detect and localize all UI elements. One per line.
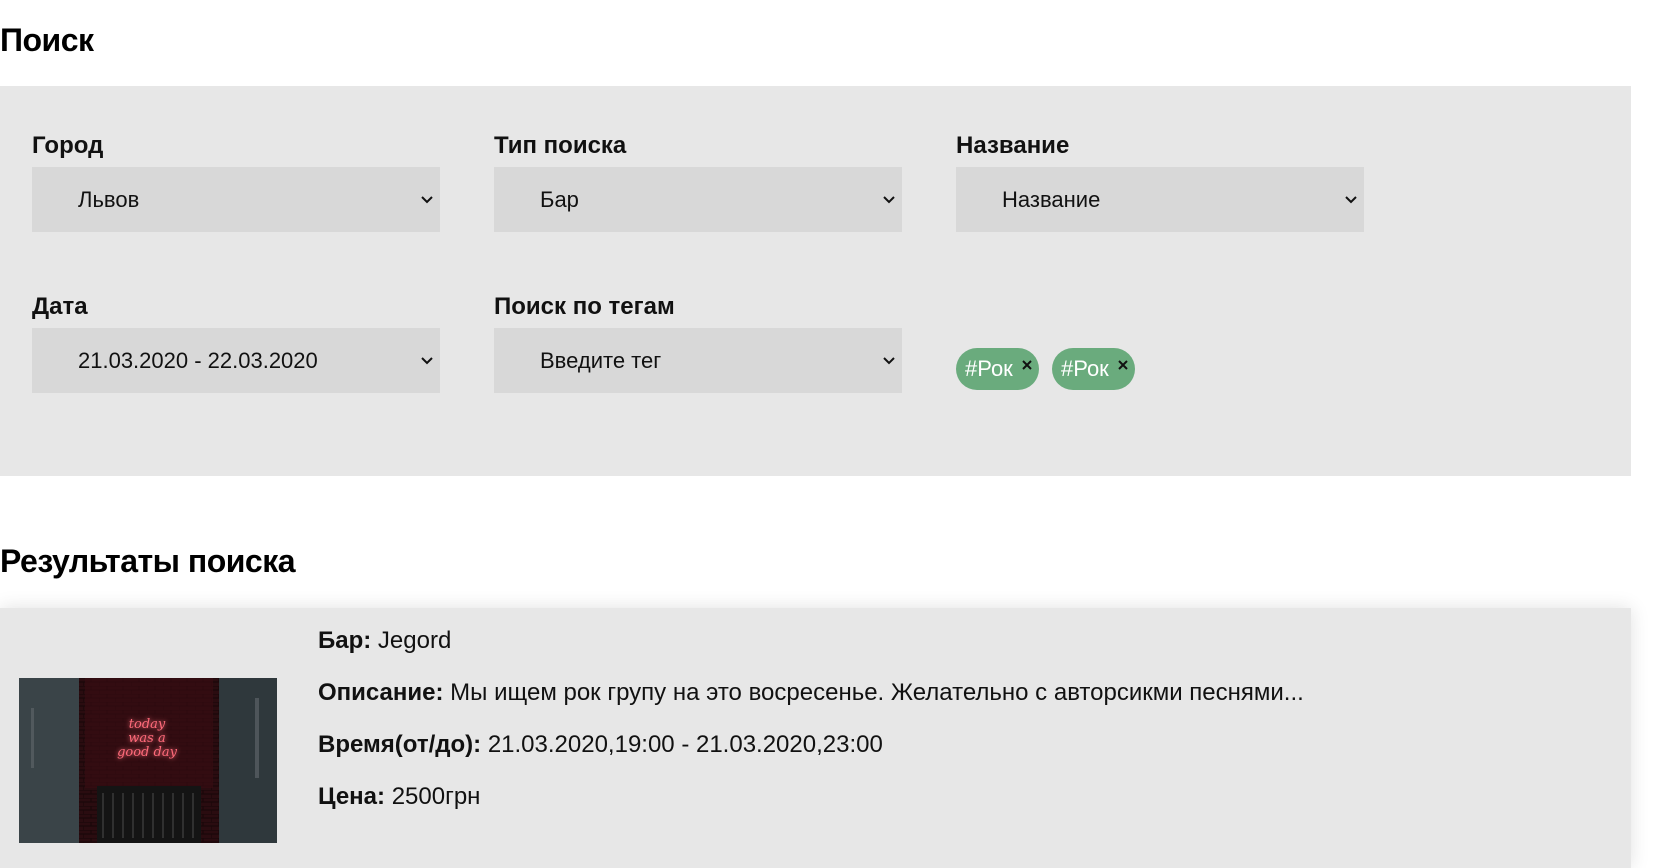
name-select[interactable]: Название bbox=[956, 167, 1364, 232]
search-type-select-value: Бар bbox=[540, 186, 579, 212]
tag-label: #Рок bbox=[1061, 356, 1109, 381]
city-select[interactable]: Львов bbox=[32, 167, 440, 232]
result-description: Описание: Мы ищем рок групу на это восре… bbox=[318, 679, 1304, 707]
name-label: Название bbox=[956, 132, 1070, 159]
time-label: Время(от/до): bbox=[318, 731, 482, 758]
neon-text-line: today bbox=[129, 717, 166, 732]
price-value: 2500грн bbox=[391, 783, 481, 810]
close-icon[interactable] bbox=[1117, 351, 1129, 370]
description-label: Описание: bbox=[318, 679, 444, 706]
tags-search-select[interactable]: Введите тег bbox=[494, 328, 902, 393]
search-title: Поиск bbox=[0, 22, 94, 58]
result-card[interactable]: today was a good day Бар: Jegord Описани… bbox=[0, 608, 1631, 868]
time-value: 21.03.2020,19:00 - 21.03.2020,23:00 bbox=[487, 731, 883, 758]
result-price: Цена: 2500грн bbox=[318, 783, 480, 811]
price-label: Цена: bbox=[318, 783, 386, 810]
date-select[interactable]: 21.03.2020 - 22.03.2020 bbox=[32, 328, 440, 393]
result-bar: Бар: Jegord bbox=[318, 627, 451, 655]
selected-tag: #Рок bbox=[956, 348, 1039, 390]
selected-tag: #Рок bbox=[1052, 348, 1135, 390]
close-icon[interactable] bbox=[1021, 351, 1033, 370]
search-panel: Город Львов Тип поиска Бар Название Назв… bbox=[0, 86, 1631, 476]
date-label: Дата bbox=[32, 293, 88, 320]
chevron-down-icon bbox=[418, 167, 436, 232]
tag-label: #Рок bbox=[965, 356, 1013, 381]
result-image[interactable]: today was a good day bbox=[19, 678, 277, 843]
chevron-down-icon bbox=[880, 328, 898, 393]
city-select-value: Львов bbox=[78, 186, 140, 212]
description-value: Мы ищем рок групу на это восресенье. Жел… bbox=[450, 679, 1304, 706]
bar-label: Бар: bbox=[318, 627, 372, 654]
date-select-value: 21.03.2020 - 22.03.2020 bbox=[78, 347, 318, 373]
result-time: Время(от/до): 21.03.2020,19:00 - 21.03.2… bbox=[318, 731, 883, 759]
neon-text-line: was a bbox=[128, 731, 165, 746]
name-select-value: Название bbox=[1002, 186, 1101, 212]
tags-search-select-value: Введите тег bbox=[540, 347, 662, 373]
chevron-down-icon bbox=[1342, 167, 1360, 232]
chevron-down-icon bbox=[418, 328, 436, 393]
neon-text-line: good day bbox=[117, 745, 178, 760]
search-type-select[interactable]: Бар bbox=[494, 167, 902, 232]
chevron-down-icon bbox=[880, 167, 898, 232]
results-title: Результаты поиска bbox=[0, 543, 296, 579]
bar-value: Jegord bbox=[377, 627, 452, 654]
city-label: Город bbox=[32, 132, 104, 159]
search-type-label: Тип поиска bbox=[494, 132, 627, 159]
tags-search-label: Поиск по тегам bbox=[494, 293, 675, 320]
